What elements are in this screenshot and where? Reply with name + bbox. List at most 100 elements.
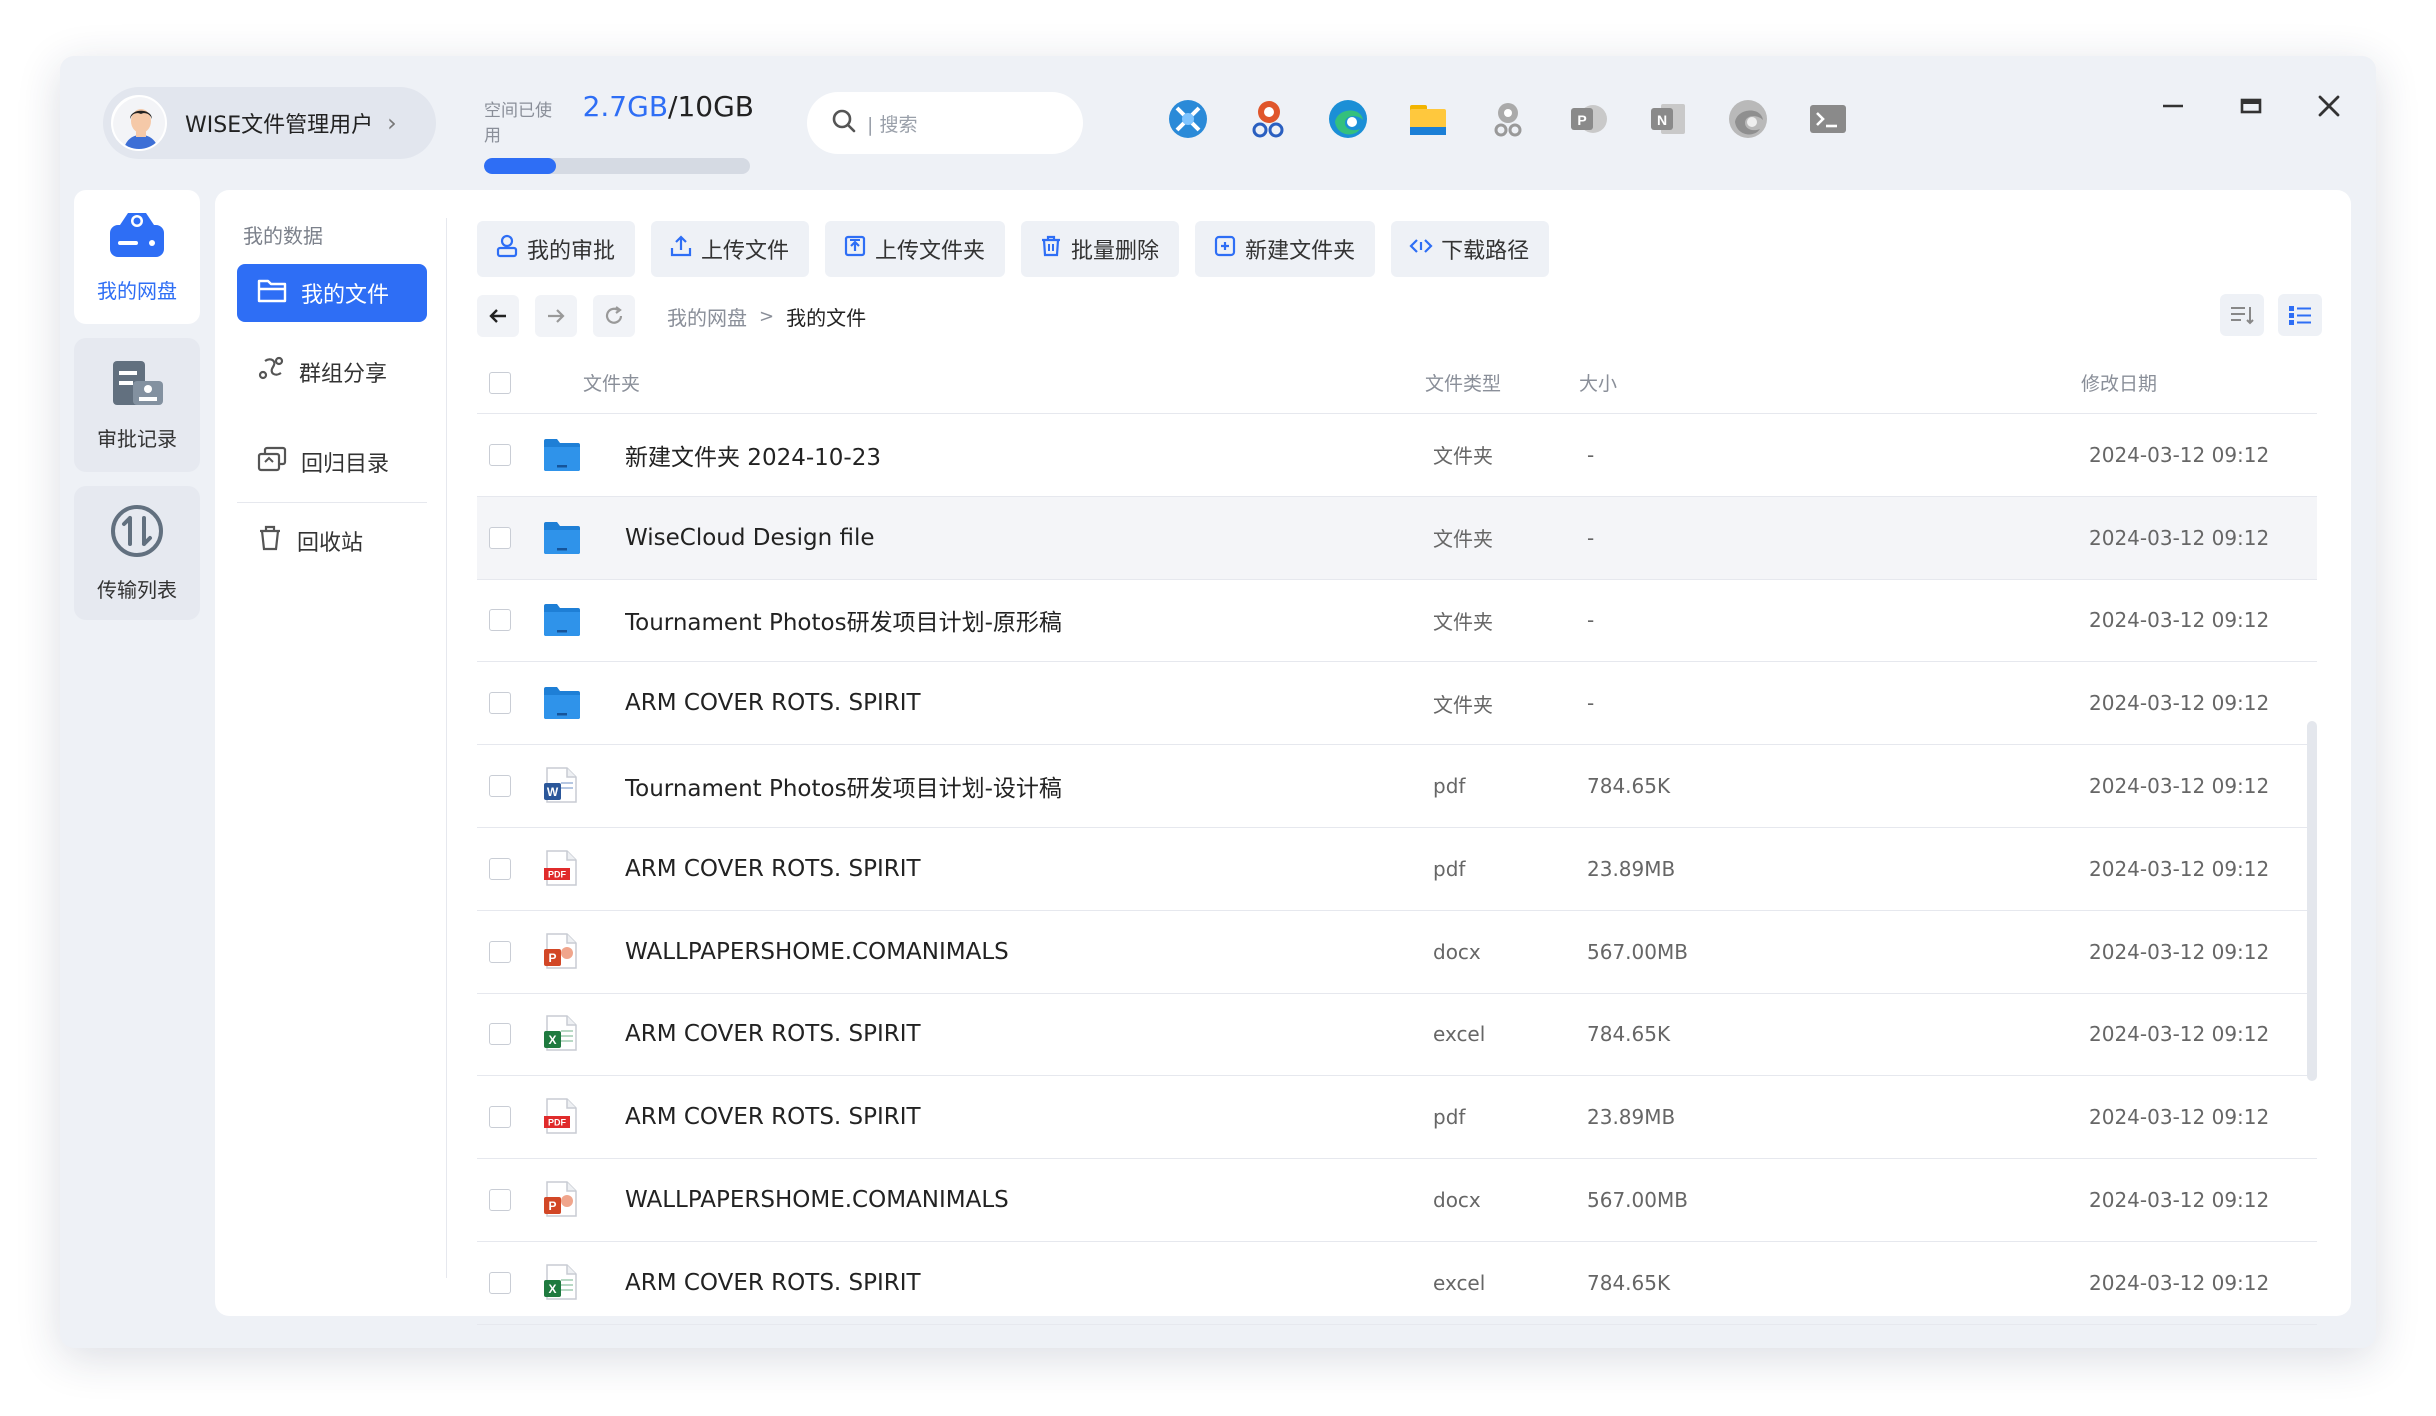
table-row[interactable]: 新建文件夹 2024-10-23 文件夹 - 2024-03-12 09:12 xyxy=(477,414,2317,497)
breadcrumb-root[interactable]: 我的网盘 xyxy=(667,302,747,331)
batch-delete-button[interactable]: 批量删除 xyxy=(1021,221,1180,277)
breadcrumb-separator: > xyxy=(759,305,775,327)
settings-app-icon[interactable] xyxy=(1487,98,1529,140)
maximize-button[interactable] xyxy=(2231,86,2271,126)
row-checkbox[interactable] xyxy=(489,1023,511,1046)
select-all-checkbox[interactable] xyxy=(489,371,511,394)
file-explorer-icon[interactable] xyxy=(1407,98,1449,140)
excel-file-icon: X xyxy=(543,1264,603,1302)
svg-text:PDF: PDF xyxy=(548,869,567,879)
table-row[interactable]: WiseCloud Design file 文件夹 - 2024-03-12 09:1… xyxy=(477,496,2317,580)
forward-button[interactable] xyxy=(535,295,577,337)
storage-usage: 空间已使用 2.7GB /10GB xyxy=(484,90,754,174)
close-button[interactable] xyxy=(2309,86,2349,126)
file-date: 2024-03-12 09:12 xyxy=(2089,1270,2270,1295)
table-row[interactable]: X ARM COVER ROTS. SPIRIT excel 784.65K 2024-… xyxy=(477,994,2317,1077)
refresh-button[interactable] xyxy=(593,295,635,337)
scrollbar[interactable] xyxy=(2307,721,2317,1081)
main-panel: 我的数据 我的文件 群组分享 回归目录 回收站 我的审批 上传文件 上传文件夹 … xyxy=(215,190,2351,1325)
table-row[interactable]: PDF ARM COVER ROTS. SPIRIT pdf 23.89MB 2024-… xyxy=(477,1076,2317,1160)
row-checkbox[interactable] xyxy=(489,1189,511,1212)
upload-file-button[interactable]: 上传文件 xyxy=(651,221,810,277)
folder-open-icon xyxy=(257,277,287,309)
excel-file-icon: X xyxy=(543,1015,603,1053)
row-checkbox[interactable] xyxy=(489,857,511,880)
minimize-button[interactable] xyxy=(2153,86,2193,126)
file-table: 文件夹 文件类型 大小 修改日期 新建文件夹 2024-10-23 文件夹 - 202… xyxy=(477,352,2317,1325)
svg-text:W: W xyxy=(547,785,559,799)
tools-app-icon[interactable] xyxy=(1247,98,1289,140)
search-input[interactable]: | 搜索 xyxy=(807,92,1083,154)
storage-total: /10GB xyxy=(668,90,754,123)
refresh-icon xyxy=(605,306,623,324)
svg-text:PDF: PDF xyxy=(548,1118,567,1128)
back-button[interactable] xyxy=(477,295,519,337)
user-name: WISE文件管理用户 xyxy=(185,113,374,138)
table-row[interactable]: P WALLPAPERSHOME.COMANIMALS docx 567.00MB 20… xyxy=(477,911,2317,994)
new-folder-button[interactable]: 新建文件夹 xyxy=(1195,221,1376,277)
approval-icon xyxy=(495,234,519,264)
file-name: ARM COVER ROTS. SPIRIT xyxy=(625,855,921,882)
sidebar-item-recycle-bin[interactable]: 回收站 xyxy=(237,512,427,570)
file-date: 2024-03-12 09:12 xyxy=(2089,939,2270,964)
upload-folder-button[interactable]: 上传文件夹 xyxy=(825,221,1006,277)
table-row[interactable]: Tournament Photos研发项目计划-原形稿 文件夹 - 2024-03-1… xyxy=(477,580,2317,663)
rail-approval-records[interactable]: 审批记录 xyxy=(74,338,200,472)
file-date: 2024-03-12 09:12 xyxy=(2089,442,2270,467)
row-checkbox[interactable] xyxy=(489,526,511,549)
file-name: WALLPAPERSHOME.COMANIMALS xyxy=(625,938,1009,965)
file-date: 2024-03-12 09:12 xyxy=(2089,1188,2270,1213)
row-checkbox[interactable] xyxy=(489,940,511,963)
table-row[interactable]: P WALLPAPERSHOME.COMANIMALS docx 567.00MB 20… xyxy=(477,1159,2317,1242)
row-checkbox[interactable] xyxy=(489,443,511,466)
edge-icon[interactable] xyxy=(1327,98,1369,140)
storage-progress-bar xyxy=(484,158,750,174)
file-date: 2024-03-12 09:12 xyxy=(2089,856,2270,881)
rail-transfer-list[interactable]: 传输列表 xyxy=(74,486,200,620)
sidebar-item-my-files[interactable]: 我的文件 xyxy=(237,264,427,322)
table-row[interactable]: PDF ARM COVER ROTS. SPIRIT pdf 23.89MB 2024-… xyxy=(477,828,2317,911)
new-folder-label: 新建文件夹 xyxy=(1245,239,1356,264)
upload-file-label: 上传文件 xyxy=(701,239,790,264)
download-path-button[interactable]: 下载路径 xyxy=(1391,221,1550,277)
new-folder-icon xyxy=(1213,234,1237,264)
sidebar-item-group-share[interactable]: 群组分享 xyxy=(237,343,427,401)
row-checkbox[interactable] xyxy=(489,775,511,798)
upload-folder-label: 上传文件夹 xyxy=(875,239,986,264)
user-profile-button[interactable]: WISE文件管理用户 › xyxy=(103,87,436,159)
file-name: ARM COVER ROTS. SPIRIT xyxy=(625,1104,921,1131)
network-app-icon[interactable] xyxy=(1167,98,1209,140)
row-checkbox[interactable] xyxy=(489,1271,511,1294)
sort-button[interactable] xyxy=(2220,294,2264,336)
edge-dev-icon[interactable] xyxy=(1727,98,1769,140)
onenote-icon[interactable]: N xyxy=(1647,98,1689,140)
file-type: docx xyxy=(1433,939,1481,964)
word-file-icon: W xyxy=(543,767,603,805)
file-type: 文件夹 xyxy=(1433,692,1493,717)
folder-file-icon xyxy=(543,603,603,637)
folder-file-icon xyxy=(543,686,603,720)
file-size: - xyxy=(1587,525,1595,550)
sidebar-item-label: 我的文件 xyxy=(301,283,390,308)
svg-text:P: P xyxy=(548,951,556,965)
row-checkbox[interactable] xyxy=(489,609,511,632)
terminal-icon[interactable] xyxy=(1807,98,1849,140)
my-approval-button[interactable]: 我的审批 xyxy=(477,221,636,277)
rail-my-drive[interactable]: 我的网盘 xyxy=(74,190,200,324)
table-row[interactable]: W Tournament Photos研发项目计划-设计稿 pdf 784.65K 20… xyxy=(477,745,2317,828)
list-view-button[interactable] xyxy=(2278,294,2322,336)
header-type: 文件类型 xyxy=(1425,373,1502,395)
sidebar-item-restore-directory[interactable]: 回归目录 xyxy=(237,433,427,491)
batch-delete-label: 批量删除 xyxy=(1071,239,1160,264)
sidebar-title: 我的数据 xyxy=(243,224,323,248)
trash-icon xyxy=(257,524,283,558)
folder-file-icon xyxy=(543,521,603,555)
file-type: 文件夹 xyxy=(1433,444,1493,469)
table-row[interactable]: X ARM COVER ROTS. SPIRIT excel 784.65K 2024-… xyxy=(477,1242,2317,1325)
table-row[interactable]: ARM COVER ROTS. SPIRIT 文件夹 - 2024-03-12 09:… xyxy=(477,662,2317,746)
cloud-drive-icon xyxy=(108,211,166,263)
row-checkbox[interactable] xyxy=(489,692,511,715)
row-checkbox[interactable] xyxy=(489,1106,511,1129)
powerpoint-icon[interactable]: P xyxy=(1567,98,1609,140)
file-name: ARM COVER ROTS. SPIRIT xyxy=(625,690,921,717)
